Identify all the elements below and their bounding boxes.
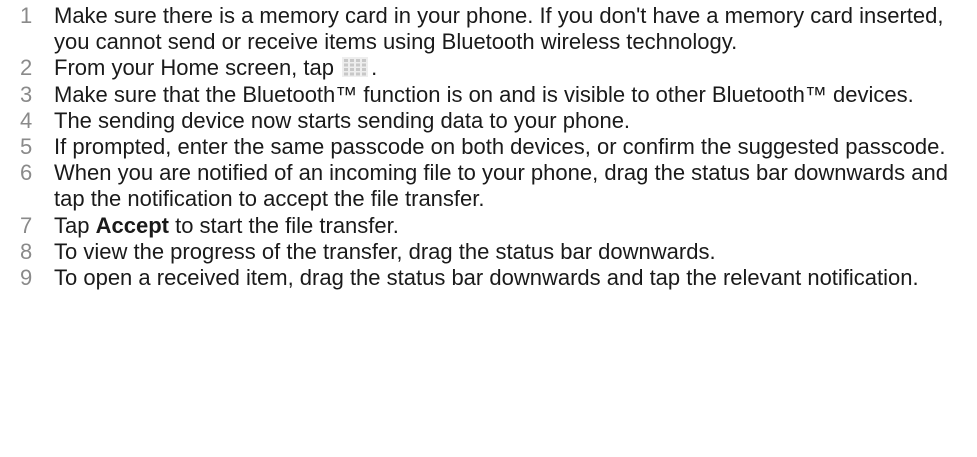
step-2: 2 From your Home screen, tap .	[0, 55, 977, 81]
step-4: 4 The sending device now starts sending …	[0, 108, 977, 134]
step-text-before: From your Home screen, tap	[54, 55, 334, 81]
step-text-before: Tap	[54, 212, 90, 238]
step-text-after: .	[371, 55, 378, 81]
step-text: To view the progress of the transfer, dr…	[54, 238, 716, 264]
step-number: 1	[20, 3, 33, 28]
step-6: 6 When you are notified of an incoming f…	[0, 160, 977, 212]
step-number: 6	[20, 160, 33, 186]
step-number: 7	[20, 212, 33, 238]
step-3: 3 Make sure that the Bluetooth™ function…	[0, 82, 977, 108]
step-number: 9	[20, 265, 33, 291]
step-7: 7 Tap Accept to start the file transfer.	[0, 213, 977, 239]
step-text: The sending device now starts sending da…	[54, 107, 631, 133]
accept-label: Accept	[95, 212, 169, 238]
step-number: 5	[20, 134, 33, 160]
step-text-after: to start the file transfer.	[175, 212, 399, 238]
step-number: 8	[20, 238, 33, 264]
instruction-steps-list: 1 Make sure there is a memory card in yo…	[0, 3, 977, 291]
step-1: 1 Make sure there is a memory card in yo…	[0, 3, 977, 55]
step-number: 3	[20, 81, 33, 107]
step-9: 9 To open a received item, drag the stat…	[0, 265, 977, 291]
step-text: If prompted, enter the same passcode on …	[54, 134, 946, 160]
step-text: Make sure there is a memory card in your…	[54, 3, 944, 55]
step-text: When you are notified of an incoming fil…	[54, 160, 948, 212]
step-text: Make sure that the Bluetooth™ function i…	[54, 81, 914, 107]
step-text: To open a received item, drag the status…	[54, 265, 919, 291]
step-8: 8 To view the progress of the transfer, …	[0, 239, 977, 265]
step-5: 5 If prompted, enter the same passcode o…	[0, 134, 977, 160]
step-number: 4	[20, 107, 33, 133]
apps-grid-icon	[342, 57, 369, 78]
step-number: 2	[20, 55, 33, 81]
